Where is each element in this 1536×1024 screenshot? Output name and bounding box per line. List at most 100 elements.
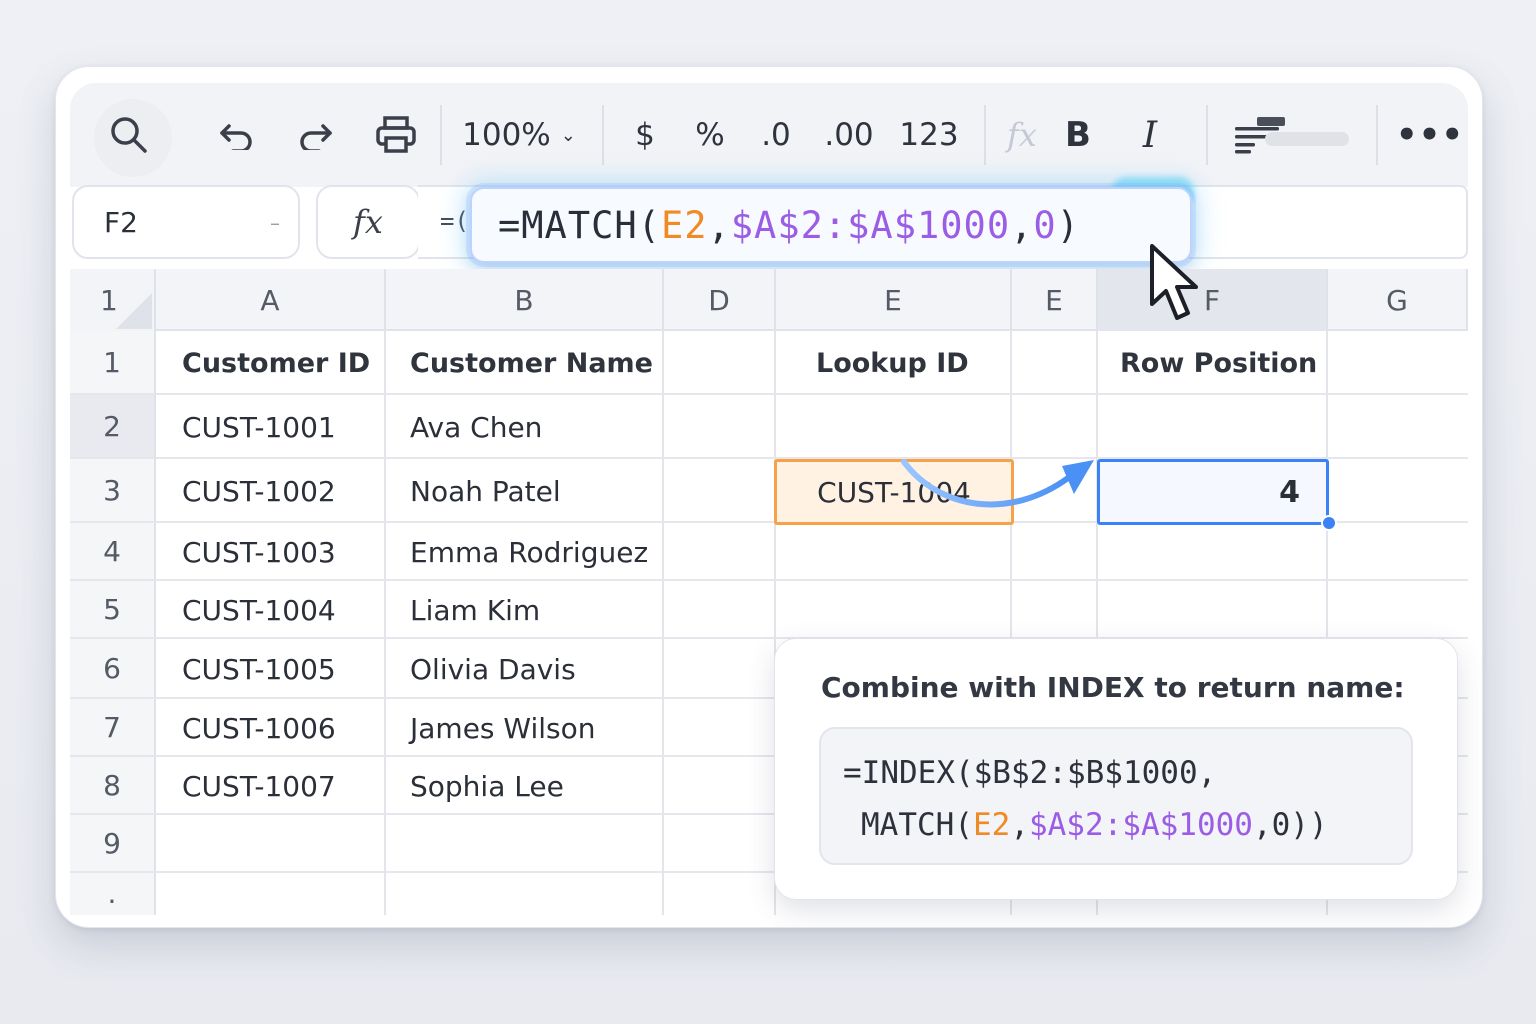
currency-format-button[interactable]: $ (618, 83, 672, 187)
column-divider (384, 331, 386, 915)
customer-id-cell[interactable]: CUST-1002 (182, 459, 336, 523)
column-header[interactable]: A (156, 269, 386, 331)
customer-name-cell[interactable]: Liam Kim (410, 581, 540, 639)
formula-token: ) (1056, 203, 1080, 247)
mouse-cursor-icon (1150, 244, 1198, 320)
number-format-label: 123 (899, 117, 959, 153)
code-line-2: MATCH(E2,$A$2:$A$1000,0)) (843, 799, 1411, 851)
increase-decimal-button[interactable]: .00 (814, 83, 884, 187)
toolbar-divider (984, 105, 986, 165)
header-cell-row-position[interactable]: Row Position (1120, 331, 1317, 395)
customer-id-cell[interactable]: CUST-1003 (182, 523, 336, 581)
formula-token: , (1010, 203, 1034, 247)
increase-decimal-label: .00 (824, 117, 874, 153)
row-header[interactable]: 1 (70, 331, 156, 395)
row-divider (156, 579, 1468, 581)
italic-label: I (1142, 114, 1158, 156)
customer-id-cell[interactable]: CUST-1007 (182, 757, 336, 815)
chevron-down-icon: ⌄ (560, 124, 576, 146)
row-header[interactable]: 3 (70, 459, 156, 523)
italic-button[interactable]: I (1120, 83, 1180, 187)
redo-button[interactable] (278, 83, 352, 187)
fx-label-box: fx (316, 185, 420, 259)
decrease-decimal-button[interactable]: .0 (746, 83, 806, 187)
row-header[interactable]: · (70, 873, 156, 915)
customer-name-cell[interactable]: James Wilson (410, 699, 596, 757)
column-divider (662, 331, 664, 915)
percent-label: % (695, 117, 725, 153)
formula-token: , (1010, 807, 1029, 843)
lookup-value-cell[interactable]: CUST-1004 (774, 459, 1014, 525)
header-cell-lookup-id[interactable]: Lookup ID (816, 331, 969, 395)
zoom-value: 100% (462, 117, 551, 153)
row-header[interactable]: 7 (70, 699, 156, 757)
customer-id-cell[interactable]: CUST-1005 (182, 639, 336, 699)
align-left-icon (1235, 117, 1349, 154)
column-header[interactable]: B (386, 269, 664, 331)
more-options-button[interactable]: ••• (1388, 83, 1472, 187)
customer-name-cell[interactable]: Emma Rodriguez (410, 523, 648, 581)
customer-name-cell[interactable]: Olivia Davis (410, 639, 576, 699)
formula-token: MATCH( (861, 807, 973, 843)
customer-name-cell[interactable]: Sophia Lee (410, 757, 564, 815)
bold-button[interactable]: B (1050, 83, 1106, 187)
row-header[interactable]: 2 (70, 395, 156, 459)
function-button[interactable]: fx (994, 83, 1050, 187)
code-line-1: =INDEX($B$2:$B$1000, (843, 755, 1217, 791)
toolbar: 100% ⌄ $ % .0 .00 123 fx B I ••• (70, 83, 1468, 187)
customer-id-cell[interactable]: CUST-1004 (182, 581, 336, 639)
toolbar-divider (1206, 105, 1208, 165)
fill-handle[interactable] (1321, 515, 1337, 531)
toolbar-divider (1376, 105, 1378, 165)
text-align-button[interactable] (1226, 83, 1356, 187)
name-box-dropdown-icon: – (270, 211, 280, 235)
index-match-callout: Combine with INDEX to return name: =INDE… (774, 638, 1458, 900)
callout-title: Combine with INDEX to return name: (821, 671, 1405, 704)
column-header[interactable]: E (776, 269, 1012, 331)
formula-preview[interactable]: =MATCH(E2, $A$2:$A$1000, 0) (470, 187, 1192, 263)
formula-token: , (707, 203, 731, 247)
search-icon (111, 117, 147, 153)
search-button[interactable] (82, 83, 176, 187)
formula-token: E2 (660, 203, 708, 247)
percent-format-button[interactable]: % (682, 83, 738, 187)
decrease-decimal-label: .0 (761, 117, 791, 153)
column-header[interactable]: G (1328, 269, 1468, 331)
column-header[interactable]: E (1012, 269, 1098, 331)
number-format-button[interactable]: 123 (892, 83, 966, 187)
fx-icon: fx (1007, 116, 1037, 154)
row-header[interactable]: 4 (70, 523, 156, 581)
customer-name-cell[interactable]: Noah Patel (410, 459, 561, 523)
spreadsheet-window: 100% ⌄ $ % .0 .00 123 fx B I ••• F2 – fx… (55, 66, 1483, 928)
more-icon: ••• (1395, 115, 1465, 155)
name-box[interactable]: F2 – (72, 185, 300, 259)
header-cell-customer-name[interactable]: Customer Name (410, 331, 653, 395)
header-cell-customer-id[interactable]: Customer ID (182, 331, 370, 395)
column-header[interactable]: D (664, 269, 776, 331)
fx-icon: fx (353, 203, 383, 241)
print-button[interactable] (358, 83, 434, 187)
row-header[interactable]: 8 (70, 757, 156, 815)
row-header[interactable]: 9 (70, 815, 156, 873)
undo-button[interactable] (200, 83, 274, 187)
corner-triangle (116, 293, 152, 329)
bold-label: B (1065, 115, 1091, 155)
redo-icon (300, 124, 332, 150)
column-header[interactable]: F (1098, 269, 1328, 331)
undo-icon (220, 124, 252, 150)
customer-name-cell[interactable]: Ava Chen (410, 395, 542, 459)
select-all-corner[interactable]: 1 (70, 269, 156, 331)
zoom-select[interactable]: 100% ⌄ (454, 83, 584, 187)
result-cell-f2[interactable]: 4 (1097, 459, 1329, 525)
row-header[interactable]: 6 (70, 639, 156, 699)
currency-label: $ (635, 117, 655, 153)
code-snippet: =INDEX($B$2:$B$1000, MATCH(E2,$A$2:$A$10… (819, 727, 1413, 865)
formula-token: ,0)) (1252, 807, 1328, 843)
customer-id-cell[interactable]: CUST-1001 (182, 395, 336, 459)
formula-token: $A$2:$A$1000 (730, 203, 1011, 247)
formula-token: 0 (1033, 203, 1057, 247)
row-header[interactable]: 5 (70, 581, 156, 639)
toolbar-divider (440, 105, 442, 165)
cell-reference: F2 (104, 205, 138, 239)
customer-id-cell[interactable]: CUST-1006 (182, 699, 336, 757)
